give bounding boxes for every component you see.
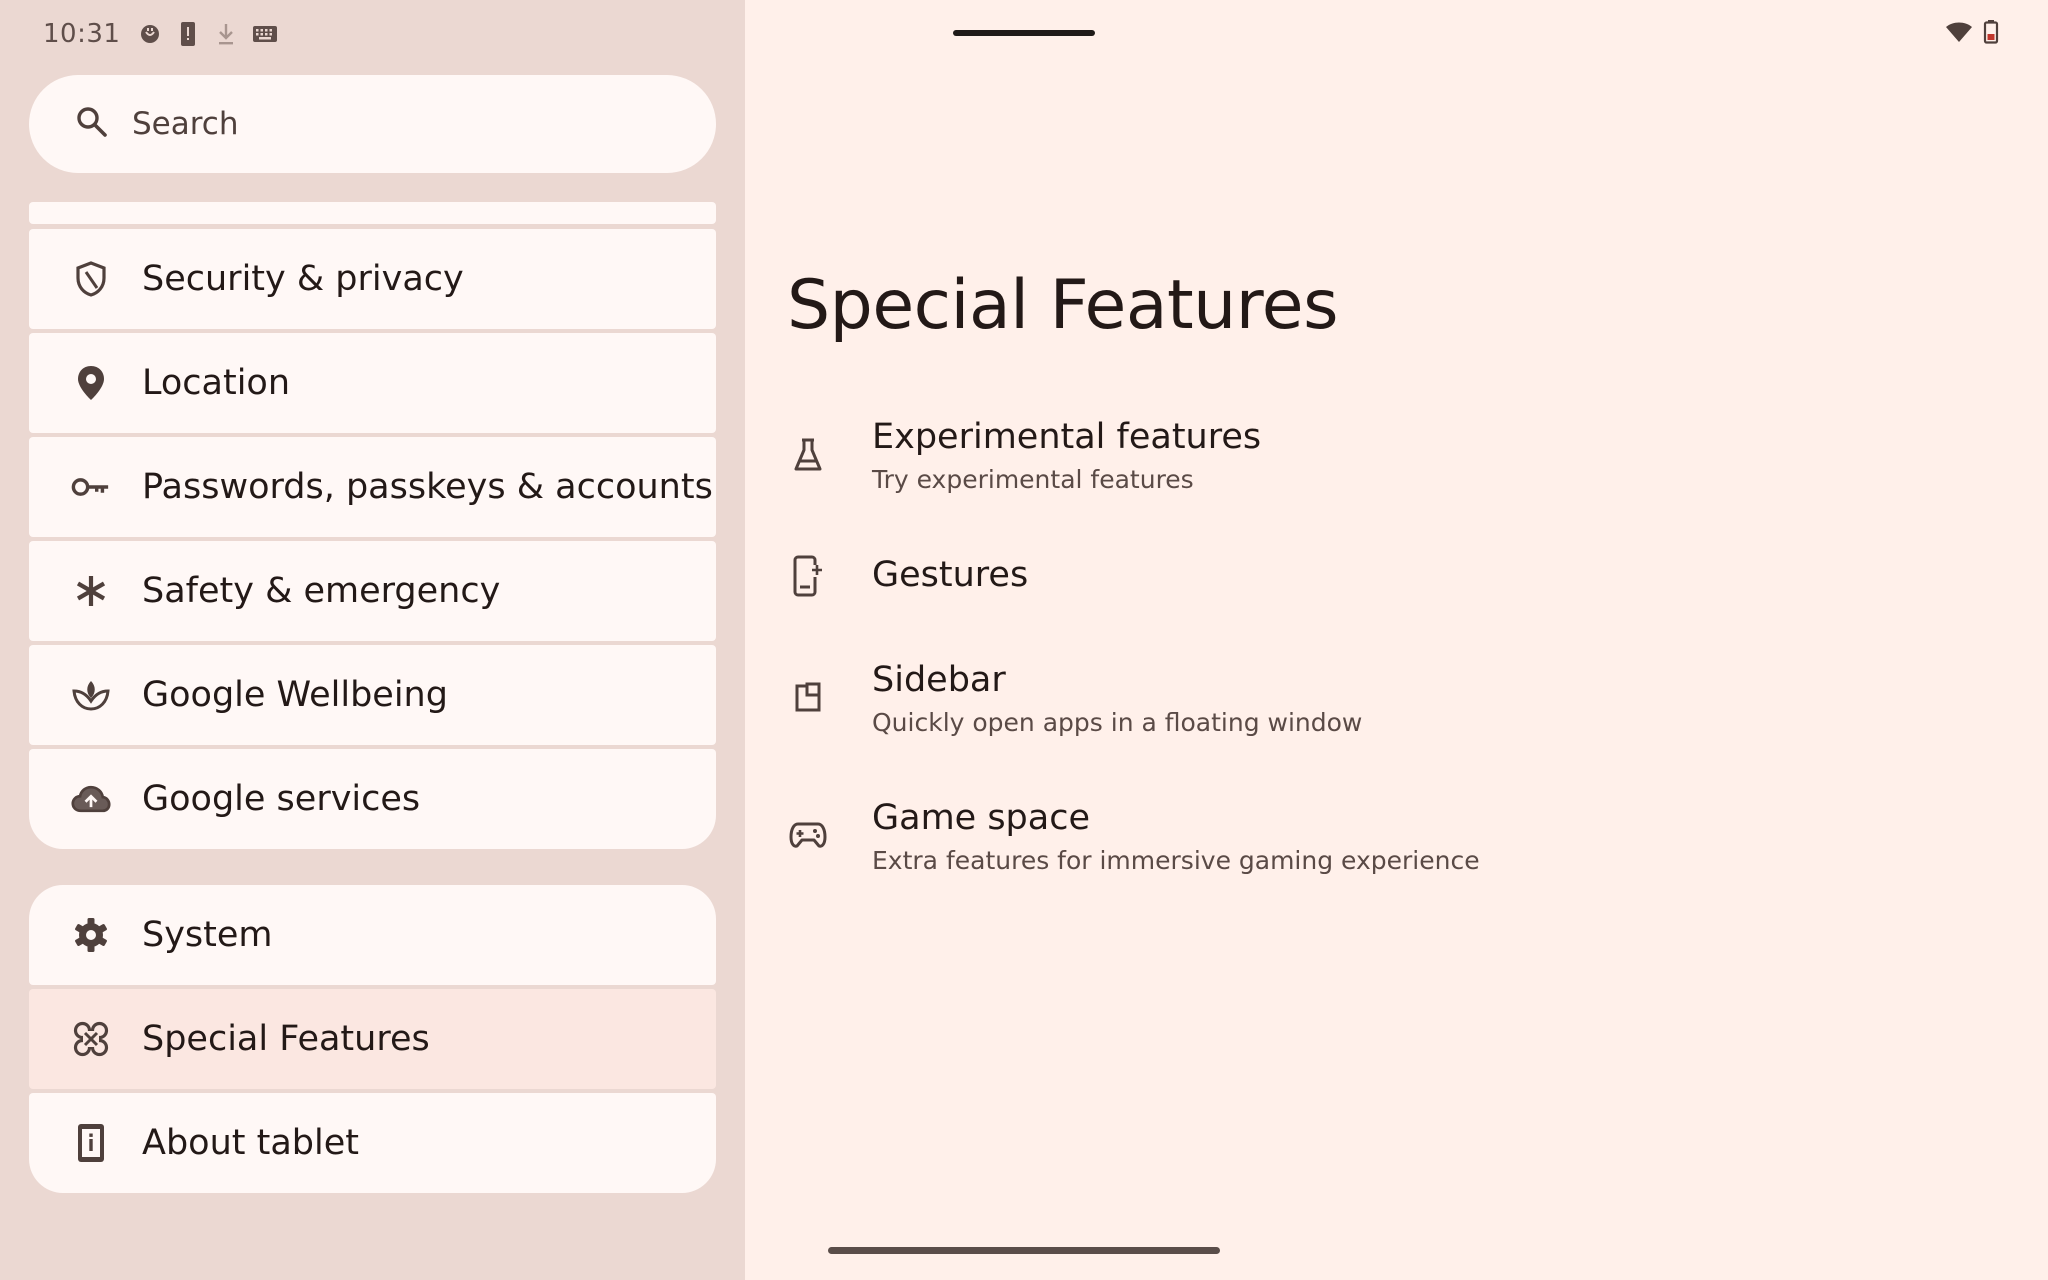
scrolled-card-remnant <box>29 202 716 224</box>
feature-title: Game space <box>872 798 1090 838</box>
feature-item-game-space[interactable]: Game space Extra features for immersive … <box>770 790 2000 890</box>
feature-subtitle: Quickly open apps in a floating window <box>872 708 1363 737</box>
search-icon <box>74 104 110 144</box>
sidebar-item-label: Location <box>142 363 291 403</box>
feature-item-gestures[interactable]: Gestures <box>770 540 2000 620</box>
wellbeing-icon <box>71 675 111 715</box>
alert-card-icon <box>176 21 200 47</box>
search-placeholder: Search <box>132 106 239 142</box>
sidebar-item-location[interactable]: Location <box>29 333 716 433</box>
status-bar-right <box>1945 20 1999 48</box>
gear-icon <box>71 915 111 955</box>
flask-icon <box>788 435 828 475</box>
special-features-icon <box>71 1019 111 1059</box>
sidebar-item-label: Passwords, passkeys & accounts <box>142 467 713 507</box>
sidebar-item-safety-emergency[interactable]: Safety & emergency <box>29 541 716 641</box>
sidebar-item-label: Google services <box>142 779 421 819</box>
sidebar-icon <box>788 677 828 717</box>
sidebar-item-label: Google Wellbeing <box>142 675 448 715</box>
settings-screen: 10:31 Search Security & privacy Location… <box>0 0 2048 1280</box>
sidebar-item-label: About tablet <box>142 1123 359 1163</box>
gesture-navigation-bar[interactable] <box>828 1247 1220 1254</box>
sidebar-item-special-features[interactable]: Special Features <box>29 989 716 1089</box>
sidebar-item-google-wellbeing[interactable]: Google Wellbeing <box>29 645 716 745</box>
feature-title: Sidebar <box>872 660 1006 700</box>
gamepad-icon <box>788 815 828 855</box>
sidebar-item-label: System <box>142 915 273 955</box>
wifi-icon <box>1945 21 1973 47</box>
status-time: 10:31 <box>43 19 121 49</box>
asterisk-icon <box>71 571 111 611</box>
page-title: Special Features <box>787 266 1339 345</box>
status-bar-left: 10:31 <box>43 18 278 50</box>
cloud-upload-icon <box>71 779 111 819</box>
feature-subtitle: Extra features for immersive gaming expe… <box>872 846 1480 875</box>
sidebar-item-label: Security & privacy <box>142 259 464 299</box>
sidebar-item-passwords-accounts[interactable]: Passwords, passkeys & accounts <box>29 437 716 537</box>
sidebar-item-label: Special Features <box>142 1019 430 1059</box>
keyboard-icon <box>252 23 278 45</box>
settings-sidebar: 10:31 Search Security & privacy Location… <box>0 0 745 1280</box>
window-drag-handle[interactable] <box>953 30 1095 36</box>
gestures-icon <box>788 555 828 597</box>
feature-subtitle: Try experimental features <box>872 465 1194 494</box>
sidebar-item-security-privacy[interactable]: Security & privacy <box>29 229 716 329</box>
feature-title: Experimental features <box>872 417 1262 457</box>
feature-item-experimental[interactable]: Experimental features Try experimental f… <box>770 410 2000 510</box>
sidebar-item-label: Safety & emergency <box>142 571 501 611</box>
feature-title: Gestures <box>872 555 1029 595</box>
feature-item-sidebar[interactable]: Sidebar Quickly open apps in a floating … <box>770 652 2000 752</box>
location-pin-icon <box>71 363 111 403</box>
sidebar-item-about-tablet[interactable]: About tablet <box>29 1093 716 1193</box>
download-icon <box>214 21 238 47</box>
bugreport-icon <box>138 22 162 46</box>
key-icon <box>71 467 111 507</box>
shield-icon <box>71 259 111 299</box>
sidebar-item-google-services[interactable]: Google services <box>29 749 716 849</box>
tablet-info-icon <box>71 1123 111 1163</box>
battery-icon <box>1983 20 1999 48</box>
sidebar-item-system[interactable]: System <box>29 885 716 985</box>
search-bar[interactable]: Search <box>29 75 716 173</box>
